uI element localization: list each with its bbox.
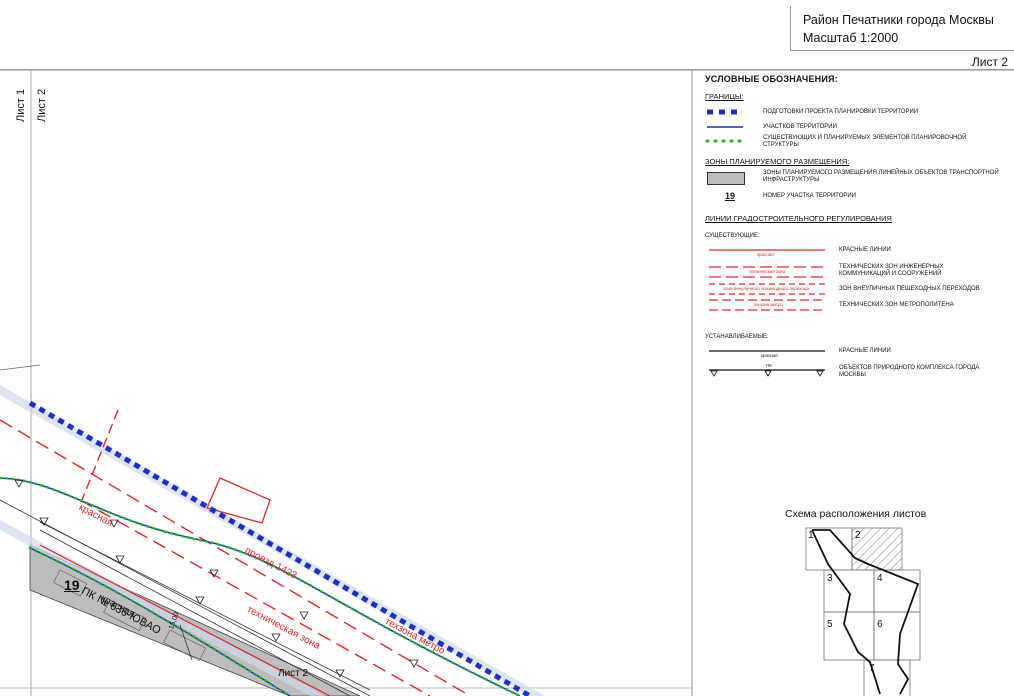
legend-established-pk: ОБЪЕКТОВ ПРИРОДНОГО КОМПЛЕКСА ГОРОДА МОС… (839, 365, 980, 378)
legend-boundary-plots: УЧАСТКОВ ТЕРРИТОРИИ (763, 124, 837, 130)
scheme-cell-6: 6 (877, 619, 883, 630)
legend-existing-metro: ТЕХНИЧЕСКИХ ЗОН МЕТРОПОЛИТЕНА (839, 302, 954, 308)
legend-heading: УСЛОВНЫЕ ОБОЗНАЧЕНИЯ: (705, 74, 838, 84)
sheet2-map-label: Лист 2 (278, 668, 309, 679)
legend-established-symbols (709, 350, 825, 377)
legend-boundary-elements: СУЩЕСТВУЮЩИХ И ПЛАНИРУЕМЫХ ЭЛЕМЕНТОВ ПЛА… (763, 135, 967, 148)
legend-zones-title: ЗОНЫ ПЛАНИРУЕМОГО РАЗМЕЩЕНИЯ: (705, 157, 850, 166)
legend-zone-number-label: НОМЕР УЧАСТКА ТЕРРИТОРИИ (763, 193, 856, 199)
scheme-cell-2: 2 (855, 530, 861, 541)
legend-zone-swatch (707, 172, 745, 185)
legend-sample-metro: техзона метро (753, 302, 783, 307)
legend-established-red: КРАСНЫЕ ЛИНИИ (839, 348, 891, 354)
legend-sample-ped: зона внеуличного пешеходного перехода (723, 286, 810, 291)
legend-existing-red: КРАСНЫЕ ЛИНИИ (839, 247, 891, 253)
legend-sample-red-new: красная (761, 353, 778, 358)
legend-lines-title: ЛИНИИ ГРАДОСТРОИТЕЛЬНОГО РЕГУЛИРОВАНИЯ (705, 214, 892, 223)
legend-zone-transport: ЗОНЫ ПЛАНИРУЕМОГО РАЗМЕЩЕНИЯ ЛИНЕЙНЫХ ОБ… (763, 170, 999, 183)
legend-boundary-symbols (705, 109, 745, 143)
side-label-sheet2: Лист 2 (36, 88, 48, 122)
side-label-sheet1: Лист 1 (15, 88, 27, 122)
legend-existing-title: СУЩЕСТВУЮЩИЕ: (705, 233, 760, 239)
legend-boundaries-title: ГРАНИЦЫ: (705, 92, 744, 101)
black-line (0, 364, 41, 371)
legend-zone-number: 19 (725, 191, 736, 201)
scheme-title: Схема расположения листов (785, 508, 927, 520)
legend-established-title: УСТАНАВЛИВАЕМЫЕ: (705, 334, 769, 340)
scheme-cell-1: 1 (808, 530, 814, 541)
legend-sample-pk: ПК (766, 363, 772, 368)
scheme-cell-4: 4 (877, 573, 883, 584)
scheme-cell-5: 5 (827, 619, 833, 630)
scheme-cell-7: 7 (869, 663, 875, 674)
legend: УСЛОВНЫЕ ОБОЗНАЧЕНИЯ: ГРАНИЦЫ: ПОДГОТОВК… (705, 74, 1010, 381)
legend-sample-tech: техническая зона (749, 269, 786, 274)
legend-existing-ped: ЗОН ВНЕУЛИЧНЫХ ПЕШЕХОДНЫХ ПЕРЕХОДОВ (839, 286, 980, 292)
sheet-scheme (805, 527, 921, 696)
scheme-cell-3: 3 (827, 573, 833, 584)
plot-number: 19 (64, 577, 80, 593)
legend-existing-tech: ТЕХНИЧЕСКИХ ЗОН ИНЖЕНЕРНЫХ КОММУНИКАЦИЙ … (839, 264, 944, 277)
legend-sample-red: красная (757, 252, 774, 257)
legend-boundary-project: ПОДГОТОВКИ ПРОЕКТА ПЛАНИРОВКИ ТЕРРИТОРИИ (763, 109, 919, 115)
